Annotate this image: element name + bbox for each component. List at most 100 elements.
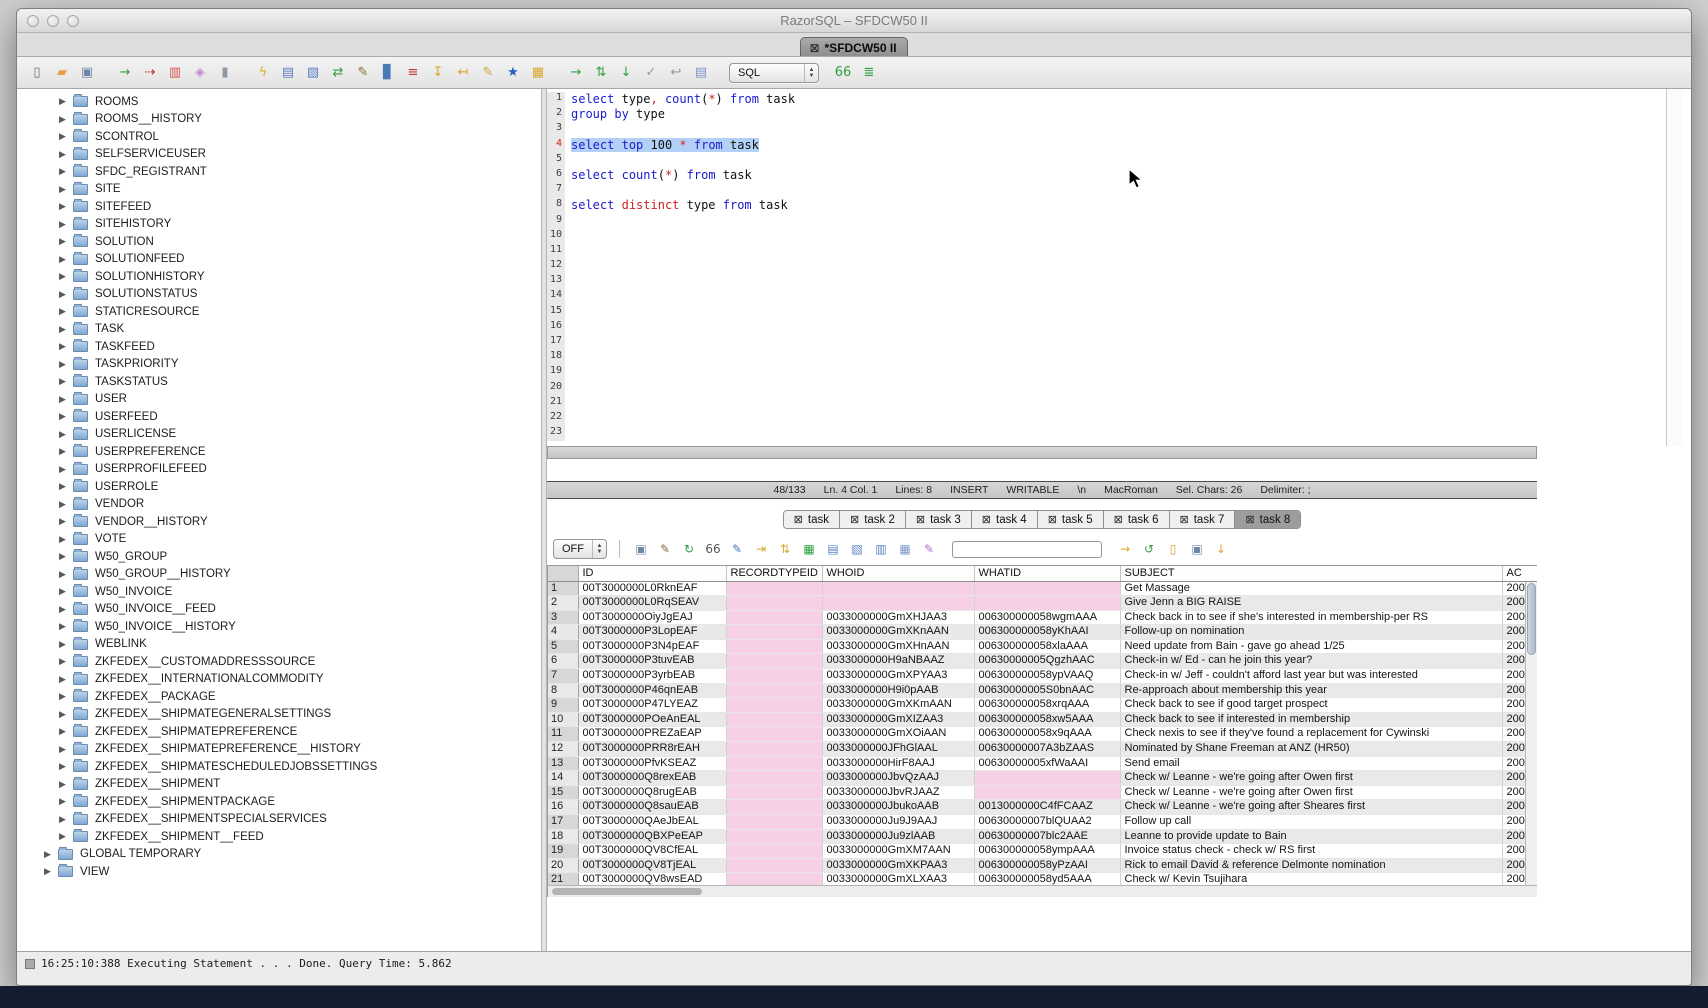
table-row[interactable]: 400T3000000P3LopEAF0033000000GmXKnAAN006… <box>548 625 1537 640</box>
line-code[interactable] <box>565 274 571 289</box>
table-row[interactable]: 1800T3000000QBXPeEAP0033000000Ju9zlAAB00… <box>548 829 1537 844</box>
cell[interactable]: 00630000007blQUAA2 <box>974 815 1120 830</box>
table-row[interactable]: 800T3000000P46qnEAB0033000000H9i0pAAB006… <box>548 683 1537 698</box>
results-tab[interactable]: ⊠task 6 <box>1104 511 1170 528</box>
cell[interactable]: 0033000000GmXOiAAN <box>822 727 974 742</box>
line-code[interactable] <box>565 244 571 259</box>
line-code[interactable] <box>565 214 571 229</box>
expand-arrow-icon[interactable]: ▶ <box>59 96 73 107</box>
line-code[interactable] <box>565 305 571 320</box>
go-arrow-icon[interactable]: → <box>1116 540 1134 558</box>
title-bar[interactable]: RazorSQL – SFDCW50 II <box>17 9 1691 33</box>
cell[interactable]: 00630000005xfWaAAI <box>974 756 1120 771</box>
table-row[interactable]: 2000T3000000QV8TjEAL0033000000GmXKPAA300… <box>548 858 1537 873</box>
column-header[interactable]: SUBJECT <box>1120 566 1502 581</box>
favorites-star-icon[interactable]: ★ <box>503 63 523 83</box>
cell[interactable]: 00T3000000P3yrbEAB <box>578 669 726 684</box>
results-tab[interactable]: ⊠task 4 <box>972 511 1038 528</box>
cell[interactable]: 0033000000JbvRJAAZ <box>822 785 974 800</box>
paste-table-icon[interactable]: ▦ <box>896 540 914 558</box>
editor-line[interactable]: 2group by type <box>547 107 1691 122</box>
sql-editor[interactable]: 1select type, count(*) from task2group b… <box>547 89 1691 446</box>
tree-item[interactable]: ▶ZKFEDEX__CUSTOMADDRESSSOURCE <box>17 653 541 671</box>
cell[interactable]: 00T3000000QV8TjEAL <box>578 858 726 873</box>
cell[interactable] <box>726 756 822 771</box>
cell[interactable]: 00630000007A3bZAAS <box>974 742 1120 757</box>
cell[interactable]: 00T3000000L0RknEAF <box>578 581 726 596</box>
column-header[interactable]: ID <box>578 566 726 581</box>
tree-item[interactable]: ▶ZKFEDEX__PACKAGE <box>17 688 541 706</box>
editor-line[interactable]: 8select distinct type from task <box>547 198 1691 213</box>
cell[interactable] <box>726 829 822 844</box>
line-code[interactable] <box>565 289 571 304</box>
line-code[interactable] <box>565 426 571 441</box>
table-row[interactable]: 1000T3000000POeAnEAL0033000000GmXIZAA300… <box>548 712 1537 727</box>
table-row[interactable]: 200T3000000L0RqSEAVGive Jenn a BIG RAISE… <box>548 596 1537 611</box>
editor-horizontal-scrollbar[interactable] <box>547 446 1537 459</box>
cell[interactable] <box>822 596 974 611</box>
table-row[interactable]: 1700T3000000QAeJbEAL0033000000Ju9J9AAJ00… <box>548 815 1537 830</box>
column-header[interactable]: AC <box>1502 566 1537 581</box>
cell[interactable]: Check nexis to see if they've found a re… <box>1120 727 1502 742</box>
cell[interactable]: 00T3000000P3LopEAF <box>578 625 726 640</box>
cell[interactable] <box>726 639 822 654</box>
expand-arrow-icon[interactable]: ▶ <box>59 411 73 422</box>
editor-line[interactable]: 7 <box>547 183 1691 198</box>
line-code[interactable] <box>565 411 571 426</box>
cell[interactable]: 00T3000000Q8rexEAB <box>578 771 726 786</box>
line-code[interactable] <box>565 320 571 335</box>
tree-item[interactable]: ▶W50_INVOICE <box>17 583 541 601</box>
database-icon[interactable]: ▮ <box>215 63 235 83</box>
results-search-input[interactable] <box>952 541 1102 558</box>
editor-line[interactable]: 9 <box>547 214 1691 229</box>
expand-arrow-icon[interactable]: ▶ <box>59 271 73 282</box>
cell[interactable]: 0033000000H9aNBAAZ <box>822 654 974 669</box>
tree-item[interactable]: ▶ZKFEDEX__INTERNATIONALCOMMODITY <box>17 671 541 689</box>
close-tab-icon[interactable]: ⊠ <box>809 42 819 54</box>
tree-item[interactable]: ▶ZKFEDEX__SHIPMENT__FEED <box>17 828 541 846</box>
cell[interactable] <box>726 698 822 713</box>
disconnect-icon[interactable]: ⇢ <box>140 63 160 83</box>
cell[interactable] <box>822 581 974 596</box>
table-row[interactable]: 100T3000000L0RknEAFGet Massage200 <box>548 581 1537 596</box>
results-tab[interactable]: ⊠task 3 <box>906 511 972 528</box>
cell[interactable]: 00T3000000Q8sauEAB <box>578 800 726 815</box>
line-code[interactable] <box>565 365 571 380</box>
cell[interactable]: Need update from Bain - gave go ahead 1/… <box>1120 639 1502 654</box>
cell[interactable] <box>726 785 822 800</box>
expand-arrow-icon[interactable]: ▶ <box>59 831 73 842</box>
expand-arrow-icon[interactable]: ▶ <box>59 534 73 545</box>
cell[interactable]: 00T3000000L0RqSEAV <box>578 596 726 611</box>
cell[interactable]: 006300000058ympAAA <box>974 844 1120 859</box>
tree-item[interactable]: ▶SCONTROL <box>17 128 541 146</box>
line-code[interactable] <box>565 153 571 168</box>
results-tab[interactable]: ⊠task 2 <box>840 511 906 528</box>
close-tab-icon[interactable]: ⊠ <box>916 513 925 526</box>
editor-line[interactable]: 13 <box>547 274 1691 289</box>
cell[interactable]: 00T3000000OiyJgEAJ <box>578 610 726 625</box>
tree-item[interactable]: ▶SOLUTION <box>17 233 541 251</box>
editor-line[interactable]: 20 <box>547 381 1691 396</box>
cell[interactable]: 00T3000000P47LYEAZ <box>578 698 726 713</box>
expand-arrow-icon[interactable]: ▶ <box>59 726 73 737</box>
cell[interactable]: 006300000058x9qAAA <box>974 727 1120 742</box>
cell[interactable]: 0033000000H9i0pAAB <box>822 683 974 698</box>
expand-arrow-icon[interactable]: ▶ <box>59 674 73 685</box>
table-vertical-scrollbar[interactable] <box>1525 582 1537 885</box>
expand-arrow-icon[interactable]: ▶ <box>59 254 73 265</box>
tree-item[interactable]: ▶USERPROFILEFEED <box>17 461 541 479</box>
expand-arrow-icon[interactable]: ▶ <box>59 779 73 790</box>
cell[interactable]: 00T3000000PREZaEAP <box>578 727 726 742</box>
table-row[interactable]: 300T3000000OiyJgEAJ0033000000GmXHJAA3006… <box>548 610 1537 625</box>
cell[interactable] <box>726 771 822 786</box>
edit-cell-icon[interactable]: ✎ <box>728 540 746 558</box>
cell[interactable]: 00630000005QgzhAAC <box>974 654 1120 669</box>
edit-list-icon[interactable]: ✎ <box>478 63 498 83</box>
cell[interactable]: 00T3000000P3tuvEAB <box>578 654 726 669</box>
expand-arrow-icon[interactable]: ▶ <box>59 569 73 580</box>
cell[interactable]: 00T3000000PRR8rEAH <box>578 742 726 757</box>
cell[interactable]: 00T3000000QBXPeEAP <box>578 829 726 844</box>
page-view-icon[interactable]: ▧ <box>848 540 866 558</box>
table-row[interactable]: 900T3000000P47LYEAZ0033000000GmXKmAAN006… <box>548 698 1537 713</box>
editor-line[interactable]: 17 <box>547 335 1691 350</box>
